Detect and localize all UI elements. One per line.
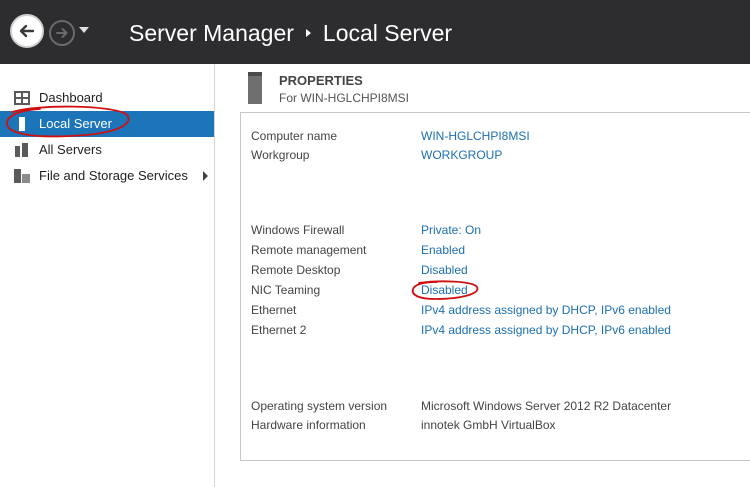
property-row-computer-name: Computer name WIN-HGLCHPI8MSI: [251, 129, 750, 147]
property-value-link[interactable]: IPv4 address assigned by DHCP, IPv6 enab…: [421, 323, 671, 337]
back-arrow-icon: [19, 24, 35, 38]
sidebar-item-file-storage[interactable]: File and Storage Services: [0, 163, 214, 189]
property-label: Windows Firewall: [251, 223, 345, 237]
forward-button[interactable]: [49, 20, 75, 46]
property-value-link[interactable]: WORKGROUP: [421, 148, 502, 162]
property-value: Microsoft Windows Server 2012 R2 Datacen…: [421, 399, 672, 413]
property-label: Ethernet: [251, 303, 297, 317]
property-value: innotek GmbH VirtualBox: [421, 418, 556, 432]
property-value-link[interactable]: Enabled: [421, 243, 465, 257]
sidebar-item-label: File and Storage Services: [39, 168, 188, 183]
sidebar-item-label: Local Server: [39, 116, 112, 131]
sidebar-item-local-server[interactable]: Local Server: [0, 111, 214, 137]
local-server-icon: [19, 117, 25, 131]
property-row-hardware-info: Hardware information innotek GmbH Virtua…: [251, 418, 750, 436]
main-content: PROPERTIES For WIN-HGLCHPI8MSI Computer …: [215, 64, 750, 487]
properties-heading: PROPERTIES: [279, 73, 363, 88]
all-servers-icon: [15, 143, 28, 157]
property-label: Remote Desktop: [251, 263, 341, 277]
property-value-link[interactable]: IPv4 address assigned by DHCP, IPv6 enab…: [421, 303, 671, 317]
property-row-nic-teaming: NIC Teaming Disabled: [251, 283, 750, 301]
property-value-link[interactable]: Disabled: [421, 263, 468, 277]
property-value-link[interactable]: WIN-HGLCHPI8MSI: [421, 129, 530, 143]
property-value-link[interactable]: Disabled: [421, 283, 468, 297]
properties-panel: Computer name WIN-HGLCHPI8MSI Workgroup …: [240, 112, 750, 461]
chevron-right-icon[interactable]: [203, 171, 208, 181]
property-row-ethernet: Ethernet IPv4 address assigned by DHCP, …: [251, 303, 750, 321]
property-label: Workgroup: [251, 148, 310, 162]
app-title[interactable]: Server Manager: [129, 20, 294, 46]
property-label: NIC Teaming: [251, 283, 321, 297]
sidebar: Dashboard Local Server All Servers File …: [0, 64, 214, 487]
property-label: Remote management: [251, 243, 367, 257]
sidebar-item-dashboard[interactable]: Dashboard: [0, 85, 214, 111]
property-label: Hardware information: [251, 418, 366, 432]
property-row-ethernet-2: Ethernet 2 IPv4 address assigned by DHCP…: [251, 323, 750, 341]
property-value-link[interactable]: Private: On: [421, 223, 481, 237]
history-dropdown-icon[interactable]: [79, 27, 89, 33]
sidebar-item-all-servers[interactable]: All Servers: [0, 137, 214, 163]
back-button[interactable]: [10, 14, 44, 48]
property-row-workgroup: Workgroup WORKGROUP: [251, 148, 750, 166]
sidebar-item-label: All Servers: [39, 142, 102, 157]
property-row-remote-management: Remote management Enabled: [251, 243, 750, 261]
property-label: Ethernet 2: [251, 323, 307, 337]
file-storage-icon: [14, 169, 30, 183]
sidebar-item-label: Dashboard: [39, 90, 103, 105]
property-row-os-version: Operating system version Microsoft Windo…: [251, 399, 750, 417]
properties-subheading: For WIN-HGLCHPI8MSI: [279, 91, 410, 105]
property-label: Computer name: [251, 129, 338, 143]
page-title: Local Server: [322, 20, 453, 46]
property-row-windows-firewall: Windows Firewall Private: On: [251, 223, 750, 241]
dashboard-icon: [14, 91, 30, 105]
property-row-remote-desktop: Remote Desktop Disabled: [251, 263, 750, 281]
server-properties-icon: [248, 72, 262, 104]
property-label: Operating system version: [251, 399, 388, 413]
forward-arrow-icon: [56, 28, 68, 38]
breadcrumb-separator-icon: [305, 29, 311, 37]
title-bar: Server Manager Local Server: [0, 0, 750, 64]
breadcrumb: Server Manager Local Server: [129, 18, 452, 48]
